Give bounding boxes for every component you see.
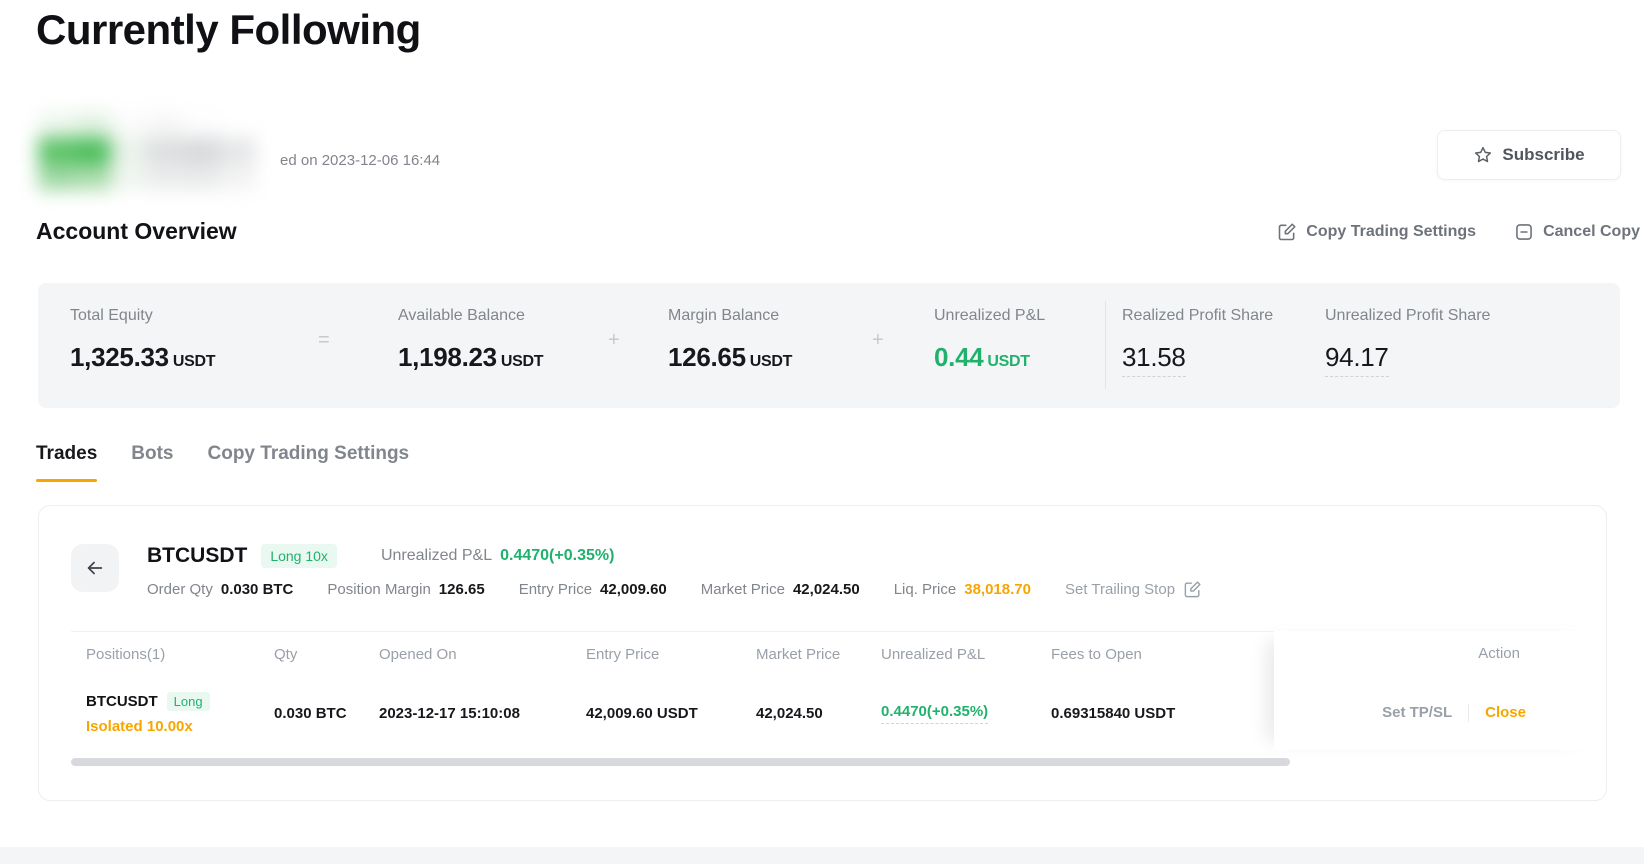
opened-on-cell: 2023-12-17 15:10:08 (379, 704, 520, 722)
position-symbol-cell: BTCUSDT Long Isolated 10.00x (86, 691, 274, 735)
stats-vertical-divider (1105, 301, 1106, 389)
close-position-button[interactable]: Close (1485, 704, 1526, 721)
col-qty: Qty (274, 645, 298, 663)
trade-card-header: BTCUSDT Long 10x Unrealized P&L 0.4470(+… (39, 506, 1606, 599)
position-margin-pair: Position Margin 126.65 (327, 581, 485, 598)
entry-price-pair: Entry Price 42,009.60 (518, 581, 667, 598)
action-separator (1468, 703, 1470, 722)
trade-card: BTCUSDT Long 10x Unrealized P&L 0.4470(+… (38, 505, 1607, 801)
edit-square-icon (1183, 580, 1202, 599)
stat-total-equity: Total Equity 1,325.33 USDT (70, 307, 215, 373)
order-qty-pair: Order Qty 0.030 BTC (147, 581, 294, 598)
stat-value-green: 0.44 USDT (934, 342, 1030, 372)
section-tabs: Trades Bots Copy Trading Settings (36, 443, 410, 482)
stat-value: 94.17 (1325, 342, 1490, 377)
stat-value: 1,198.23 USDT (398, 342, 544, 372)
stat-value: 31.58 (1122, 342, 1273, 377)
page-title: Currently Following (36, 6, 421, 53)
entry-price-cell: 42,009.60 USDT (586, 704, 698, 722)
stat-label: Total Equity (70, 307, 153, 324)
stat-value: 126.65 USDT (668, 342, 793, 372)
plus-operator: + (872, 329, 884, 351)
copy-trading-settings-label: Copy Trading Settings (1306, 223, 1477, 240)
margin-mode: Isolated 10.00x (86, 717, 193, 735)
stat-label: Margin Balance (668, 307, 780, 324)
col-market-price: Market Price (756, 645, 841, 663)
set-trailing-stop-button[interactable]: Set Trailing Stop (1065, 580, 1202, 599)
star-icon (1473, 145, 1493, 165)
market-price-pair: Market Price 42,024.50 (700, 581, 860, 598)
account-overview-actions: Copy Trading Settings Cancel Copy (1277, 222, 1640, 242)
cancel-copy-label: Cancel Copy (1543, 223, 1640, 240)
stat-realized-profit-share: Realized Profit Share 31.58 (1122, 307, 1273, 377)
pnl-value: 0.4470(+0.35%) (500, 547, 615, 564)
stat-label: Unrealized Profit Share (1325, 307, 1491, 324)
copy-trading-settings-link[interactable]: Copy Trading Settings (1277, 222, 1476, 242)
followed-on-date: ed on 2023-12-06 16:44 (280, 152, 441, 169)
col-entry-price: Entry Price (586, 645, 660, 663)
stat-unrealized-profit-share: Unrealized Profit Share 94.17 (1325, 307, 1490, 377)
currently-following-page: Currently Following ed on 2023-12-06 16:… (0, 0, 1644, 864)
bottom-section-strip (0, 847, 1644, 864)
pnl-label: Unrealized P&L (380, 547, 493, 564)
subscribe-button[interactable]: Subscribe (1437, 130, 1621, 180)
set-trailing-stop-label: Set Trailing Stop (1064, 581, 1176, 598)
col-fees-to-open: Fees to Open (1051, 645, 1142, 663)
col-positions: Positions(1) (86, 645, 166, 663)
row-symbol: BTCUSDT (86, 692, 158, 710)
stat-available-balance: Available Balance 1,198.23 USDT (398, 307, 543, 373)
back-button[interactable] (71, 544, 119, 592)
col-unrealized-pnl: Unrealized P&L (881, 645, 986, 663)
stat-label: Realized Profit Share (1122, 307, 1274, 324)
set-tpsl-button[interactable]: Set TP/SL (1382, 704, 1452, 721)
horizontal-scrollbar-thumb[interactable] (71, 758, 1290, 766)
stat-label: Available Balance (398, 307, 525, 324)
unrealized-pnl-cell: 0.4470(+0.35%) (881, 703, 1051, 724)
tab-trades[interactable]: Trades (36, 443, 98, 482)
tab-copy-trading-settings[interactable]: Copy Trading Settings (208, 443, 410, 479)
horizontal-scrollbar-track (71, 758, 1574, 766)
stat-label: Unrealized P&L (934, 307, 1046, 324)
cancel-copy-link[interactable]: Cancel Copy (1514, 222, 1640, 242)
subscribe-label: Subscribe (1502, 145, 1585, 164)
fees-to-open-cell: 0.69315840 USDT (1051, 704, 1176, 722)
stat-margin-balance: Margin Balance 126.65 USDT (668, 307, 792, 373)
stat-unrealized-pnl: Unrealized P&L 0.44 USDT (934, 307, 1045, 373)
position-symbol: BTCUSDT (147, 544, 248, 567)
arrow-left-icon (84, 557, 106, 579)
edit-square-icon (1277, 222, 1297, 242)
tab-bots[interactable]: Bots (131, 443, 173, 479)
trader-avatar-blurred (38, 112, 256, 190)
account-overview-heading: Account Overview (36, 218, 237, 244)
side-leverage-badge: Long 10x (261, 544, 337, 568)
trade-summary: BTCUSDT Long 10x Unrealized P&L 0.4470(+… (147, 544, 1202, 599)
qty-cell: 0.030 BTC (274, 704, 347, 722)
sticky-action-column: Action Set TP/SL Close (1274, 631, 1606, 750)
liq-price-pair: Liq. Price 38,018.70 (893, 581, 1031, 598)
minus-square-icon (1514, 222, 1534, 242)
plus-operator: + (608, 329, 620, 351)
account-overview-panel: Total Equity 1,325.33 USDT = Available Ba… (38, 283, 1620, 408)
stat-value: 1,325.33 USDT (70, 342, 216, 372)
side-badge: Long (166, 691, 210, 711)
equals-operator: = (318, 329, 330, 351)
market-price-cell: 42,024.50 (756, 704, 823, 722)
col-opened-on: Opened On (379, 645, 457, 663)
col-action: Action (1478, 644, 1520, 662)
unrealized-pnl-summary: Unrealized P&L 0.4470(+0.35%) (381, 547, 614, 565)
